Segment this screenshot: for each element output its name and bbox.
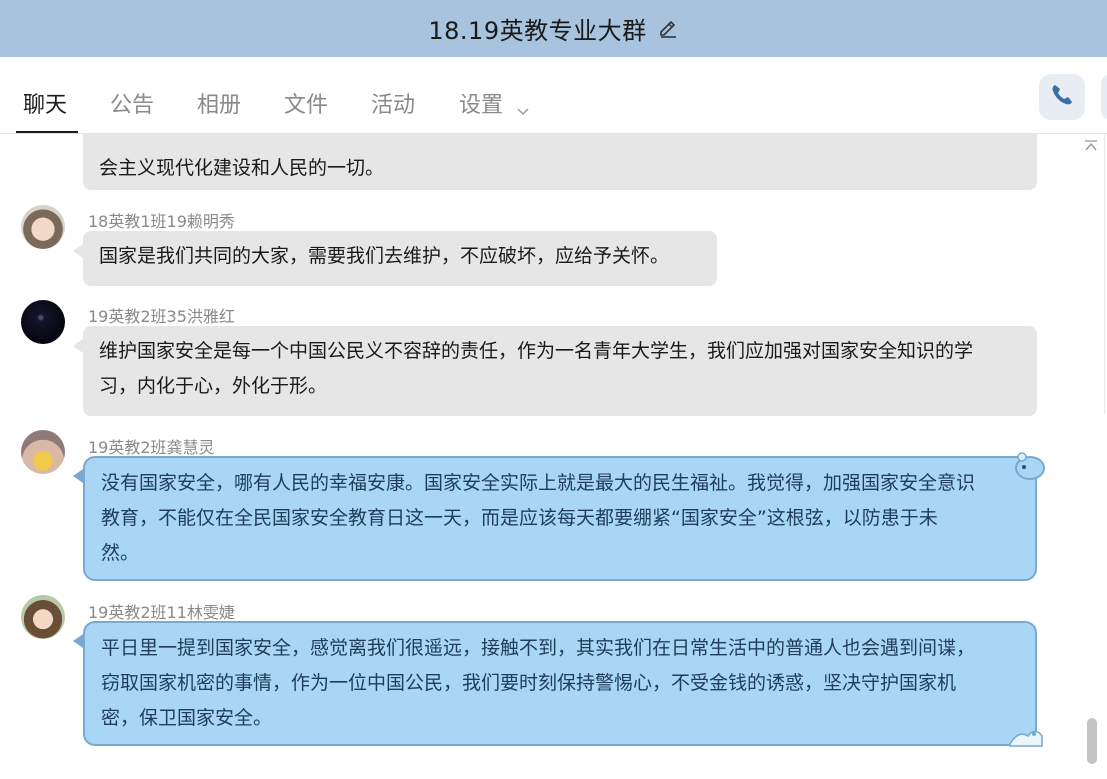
- chat-list[interactable]: 会主义现代化建设和人民的一切。 18英教1班19赖明秀 国家是我们共同的大家，需…: [0, 134, 1107, 779]
- more-button[interactable]: [1101, 74, 1107, 120]
- bubble-decoration-icon: [1010, 448, 1046, 486]
- message-text-line: 然。: [101, 542, 140, 564]
- message-bubble[interactable]: 会主义现代化建设和人民的一切。: [83, 134, 1037, 190]
- message-text-line: 教育，不能仅在全民国家安全教育日这一天，而是应该每天都要绷紧“国家安全”这根弦，…: [101, 507, 938, 529]
- message-text-line: 没有国家安全，哪有人民的幸福安康。国家安全实际上就是最大的民生福祉。我觉得，加强…: [101, 472, 976, 494]
- tab-chat[interactable]: 聊天: [23, 87, 67, 119]
- message-bubble[interactable]: 平日里一提到国家安全，感觉离我们很遥远，接触不到，其实我们在日常生活中的普通人也…: [83, 621, 1037, 746]
- avatar[interactable]: [21, 300, 65, 344]
- sender-name: 19英教2班龚慧灵: [88, 438, 215, 457]
- avatar[interactable]: [21, 430, 65, 474]
- message-bubble[interactable]: 国家是我们共同的大家，需要我们去维护，不应破坏，应给予关怀。: [83, 231, 717, 286]
- tab-files[interactable]: 文件: [284, 87, 328, 119]
- message-text-line: 习，内化于心，外化于形。: [99, 375, 328, 397]
- scrollbar-track: [1104, 134, 1105, 414]
- phone-icon: [1049, 82, 1075, 112]
- tab-activity[interactable]: 活动: [371, 87, 415, 119]
- window-title: 18.19英教专业大群: [428, 17, 647, 45]
- avatar[interactable]: [21, 205, 65, 249]
- active-tab-indicator: [16, 131, 78, 133]
- message-text-line: 维护国家安全是每一个中国公民义不容辞的责任，作为一名青年大学生，我们应加强对国家…: [99, 340, 974, 362]
- sender-name: 19英教2班35洪雅红: [88, 307, 235, 326]
- message-text-line: 平日里一提到国家安全，感觉离我们很遥远，接触不到，其实我们在日常生活中的普通人也…: [101, 637, 976, 659]
- tab-announcement[interactable]: 公告: [110, 87, 154, 119]
- sender-name: 19英教2班11林雯婕: [88, 603, 235, 622]
- message-text: 国家是我们共同的大家，需要我们去维护，不应破坏，应给予关怀。: [99, 245, 670, 267]
- pencil-icon[interactable]: [657, 18, 679, 40]
- tab-settings-label: 设置: [459, 93, 504, 118]
- sender-name: 18英教1班19赖明秀: [88, 212, 235, 231]
- wave-decoration-icon: [1008, 722, 1044, 752]
- avatar[interactable]: [21, 595, 65, 639]
- chevron-up-icon[interactable]: [1084, 138, 1098, 152]
- title-bar: 18.19英教专业大群: [0, 0, 1107, 57]
- message-text-line: 密，保卫国家安全。: [101, 707, 273, 729]
- scrollbar-thumb[interactable]: [1087, 718, 1097, 764]
- message-bubble[interactable]: 维护国家安全是每一个中国公民义不容辞的责任，作为一名青年大学生，我们应加强对国家…: [83, 326, 1037, 416]
- bubble-tail: [73, 469, 83, 483]
- bubble-tail: [73, 339, 83, 353]
- tab-bar: 聊天 公告 相册 文件 活动 设置: [0, 57, 1107, 134]
- tab-settings[interactable]: 设置: [459, 87, 530, 119]
- tab-album[interactable]: 相册: [197, 87, 241, 119]
- chevron-down-icon: [516, 99, 530, 116]
- message-text: 会主义现代化建设和人民的一切。: [99, 157, 385, 179]
- message-bubble[interactable]: 没有国家安全，哪有人民的幸福安康。国家安全实际上就是最大的民生福祉。我觉得，加强…: [83, 456, 1037, 581]
- bubble-tail: [73, 244, 83, 258]
- message-text-line: 窃取国家机密的事情，作为一位中国公民，我们要时刻保持警惕心，不受金钱的诱惑，坚决…: [101, 672, 957, 694]
- bubble-tail: [73, 634, 83, 648]
- call-button[interactable]: [1039, 74, 1085, 120]
